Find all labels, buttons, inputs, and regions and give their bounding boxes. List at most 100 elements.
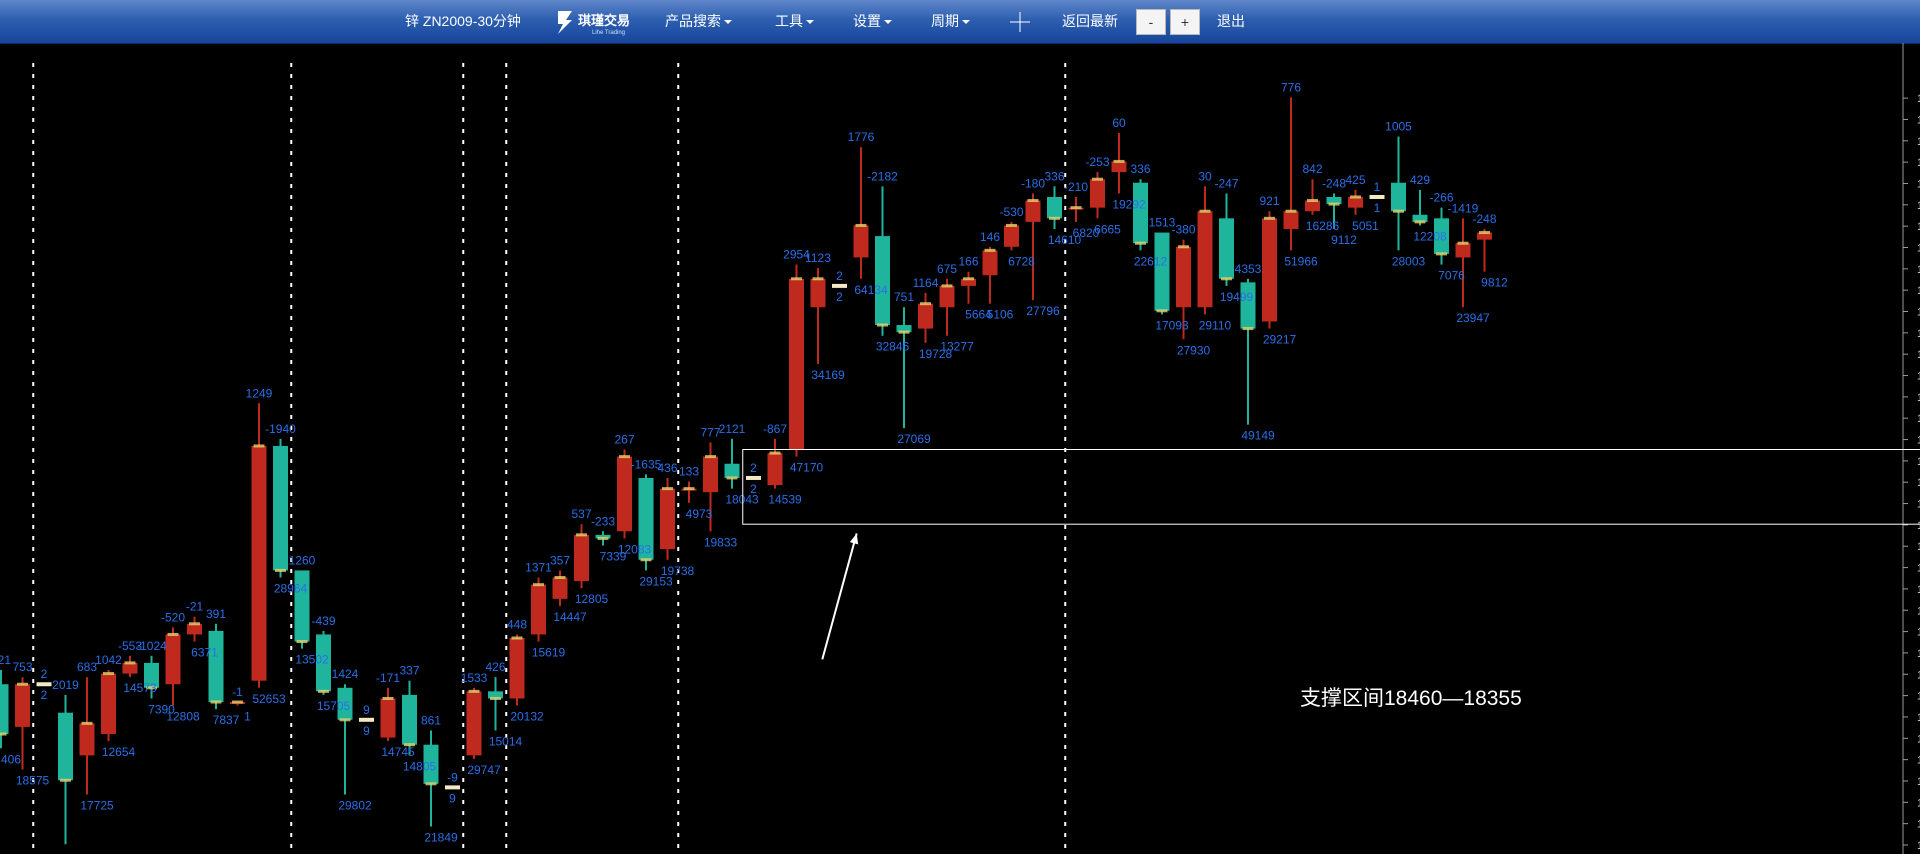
candle-bottom-label: 34169	[811, 368, 845, 382]
candle-bottom-label: 18575	[16, 774, 50, 788]
candle-bottom-label: 1	[244, 710, 251, 724]
candle-close-mark	[0, 732, 7, 736]
candle-bottom-label: 29217	[1263, 333, 1297, 347]
candlestick-chart[interactable]: 7214067531857522201968317725104212654-55…	[0, 43, 1920, 854]
candle-close-mark	[1393, 209, 1404, 213]
candle-close-mark	[275, 568, 286, 572]
candle-bottom-label: 15014	[489, 734, 523, 748]
candle-close-mark	[1242, 327, 1254, 331]
candle-body	[0, 684, 9, 735]
candle-close-mark	[210, 700, 222, 704]
candles	[0, 97, 1492, 845]
candle-top-label: 1371	[525, 561, 552, 575]
candle-top-label: 336	[1044, 169, 1064, 183]
candle-bottom-label: 19833	[704, 535, 738, 549]
candle-bottom-label: 6728	[1008, 254, 1035, 268]
back-to-latest-button[interactable]: 返回最新	[1062, 0, 1118, 43]
exit-button[interactable]: 退出	[1217, 0, 1245, 43]
candle-bottom-label: 14573	[123, 681, 157, 695]
candle-close-mark	[855, 223, 867, 227]
candle-close-mark	[1135, 241, 1146, 245]
menu-product-search[interactable]: 产品搜索	[665, 0, 732, 43]
candle	[1477, 228, 1492, 272]
menu-tools[interactable]: 工具	[775, 0, 814, 43]
candle-top-label: 675	[937, 262, 957, 276]
candle	[1090, 172, 1105, 219]
candle-close-mark	[167, 632, 179, 636]
candle-close-mark	[1156, 309, 1168, 313]
candle-labels: 7214067531857522201968317725104212654-55…	[0, 80, 1508, 844]
candle	[1197, 186, 1213, 315]
candle	[896, 307, 912, 429]
candle	[1047, 186, 1062, 229]
candle-top-label: 2	[41, 667, 48, 681]
support-annotation	[742, 449, 1920, 660]
candle-close-mark	[81, 721, 93, 725]
candle-close-mark	[296, 640, 308, 644]
candle	[187, 616, 202, 642]
candle	[1025, 193, 1041, 301]
candle-bottom-label: 4973	[686, 507, 713, 521]
candle	[208, 623, 224, 710]
zoom-out-button[interactable]: -	[1136, 9, 1166, 35]
candle-close-mark	[640, 558, 652, 562]
candle-close-mark	[511, 636, 523, 640]
candle-close-mark	[490, 696, 501, 700]
candle-bottom-label: 2	[836, 290, 843, 304]
candle-close-mark	[60, 778, 71, 782]
candle-bottom-label: 21849	[424, 831, 458, 845]
candle-top-label: 146	[980, 230, 1000, 244]
candle-top-label: 2	[750, 461, 757, 475]
candle-close-mark	[619, 455, 630, 459]
candle	[1068, 196, 1084, 222]
candle-close-mark	[253, 444, 265, 448]
candle-top-label: -530	[999, 205, 1023, 219]
candle-bottom-label: 47170	[790, 461, 824, 475]
candle-bottom-label: 64134	[854, 283, 888, 297]
candle-close-mark	[941, 284, 953, 288]
candle-body	[1455, 243, 1471, 258]
candle-bottom-label: 17093	[1155, 318, 1189, 332]
candle-bottom-label: 14447	[553, 610, 587, 624]
candle-bottom-label: 2	[41, 688, 48, 702]
candle-body	[531, 584, 546, 635]
candle-bottom-label: 16286	[1306, 219, 1340, 233]
candle-bottom-label: 28003	[1392, 254, 1426, 268]
menu-settings[interactable]: 设置	[853, 0, 892, 43]
candle-close-mark	[554, 576, 566, 580]
top-toolbar: 锌 ZN2009-30分钟 琪瑾交易 Lihe Trading 产品搜索 工具 …	[0, 0, 1920, 44]
candle	[724, 438, 740, 489]
candle-top-label: 1424	[332, 667, 359, 681]
candle	[1391, 136, 1406, 251]
candle-bottom-label: 32846	[876, 340, 910, 354]
candle-top-label: 1260	[289, 553, 316, 567]
candle	[1111, 132, 1127, 194]
candle-close-mark	[1414, 220, 1426, 224]
candle-top-label: 133	[679, 465, 699, 479]
candle-top-label: 4353	[1235, 262, 1262, 276]
candle-doji	[359, 717, 374, 722]
candle-close-mark	[318, 689, 329, 693]
candle	[1283, 97, 1299, 251]
candle-bottom-label: 14745	[381, 745, 415, 759]
crosshair-icon[interactable]	[1009, 11, 1031, 33]
menu-period[interactable]: 周期	[931, 0, 970, 43]
candle-body	[380, 698, 396, 738]
candle-body	[1004, 225, 1019, 247]
candle-bottom-label: 51966	[1284, 254, 1318, 268]
candle-bottom-label: 28964	[274, 582, 308, 596]
candle-top-label: -248	[1322, 176, 1346, 190]
candle-doji	[746, 475, 761, 480]
candle-close-mark	[662, 487, 673, 491]
candle-top-label: -180	[1021, 176, 1045, 190]
candle-close-mark	[189, 622, 200, 626]
candle-body	[875, 236, 890, 326]
candle-top-label: 1776	[848, 130, 875, 144]
candle-body	[1111, 161, 1127, 173]
candle-top-label: -439	[311, 614, 335, 628]
candle-doji	[36, 682, 52, 687]
candle-body	[1090, 179, 1105, 208]
candle-doji	[445, 785, 460, 790]
zoom-in-button[interactable]: +	[1170, 9, 1200, 35]
candle-bottom-label: 5051	[1352, 219, 1379, 233]
